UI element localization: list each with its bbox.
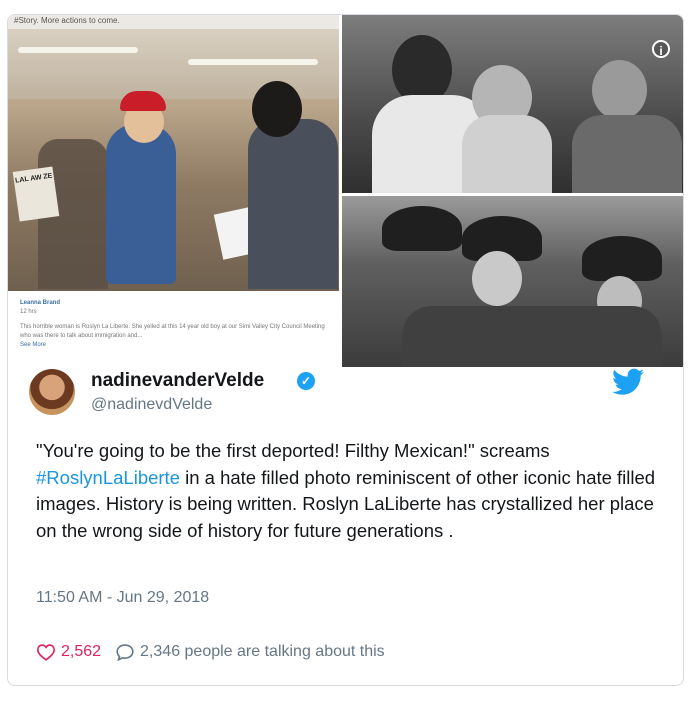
photo-historic-protest[interactable] bbox=[342, 15, 683, 193]
protest-sign: LAL AW ZE bbox=[12, 166, 60, 222]
tweet-text: "You're going to be the first deported! … bbox=[36, 438, 656, 544]
figure-face bbox=[472, 251, 522, 306]
hashtag-link[interactable]: #RoslynLaLiberte bbox=[36, 467, 180, 488]
avatar[interactable] bbox=[29, 369, 75, 415]
talking-count[interactable]: 2,346 people are talking about this bbox=[140, 643, 385, 661]
tweet-media[interactable]: #Story. More actions to come. LAL AW ZE … bbox=[8, 15, 683, 367]
verified-icon: ✓ bbox=[297, 372, 315, 390]
twitter-bird-icon[interactable] bbox=[612, 368, 644, 396]
tweet-embed-card[interactable]: #Story. More actions to come. LAL AW ZE … bbox=[7, 14, 684, 686]
like-count[interactable]: 2,562 bbox=[61, 643, 101, 661]
caption-author: Leanna Brand bbox=[20, 300, 61, 306]
heart-icon[interactable] bbox=[36, 643, 56, 661]
speech-bubble-icon[interactable] bbox=[115, 643, 135, 661]
user-handle[interactable]: @nadinevdVelde bbox=[91, 396, 212, 414]
caption-body: This horrible woman is Roslyn La Liberte… bbox=[20, 324, 325, 339]
photo-council-meeting[interactable]: #Story. More actions to come. LAL AW ZE … bbox=[8, 15, 339, 367]
figure-body bbox=[572, 115, 682, 193]
caption-see-more: See More bbox=[20, 342, 47, 348]
info-icon[interactable]: i bbox=[652, 40, 670, 58]
display-name[interactable]: nadinevanderVelde bbox=[91, 370, 264, 392]
facebook-caption: Leanna Brand 12 hrs This horrible woman … bbox=[20, 299, 330, 350]
figure-head bbox=[592, 60, 647, 120]
council-meeting-scene: LAL AW ZE bbox=[8, 29, 339, 291]
boy-figure bbox=[248, 119, 338, 289]
photo-historic-salute[interactable] bbox=[342, 196, 683, 367]
figure-body bbox=[462, 115, 552, 193]
tweet-timestamp[interactable]: 11:50 AM - Jun 29, 2018 bbox=[36, 589, 209, 607]
woman-figure bbox=[106, 124, 176, 284]
feathered-hat bbox=[382, 206, 462, 251]
screenshot-top-strip: #Story. More actions to come. bbox=[8, 15, 339, 29]
tweet-text-before: "You're going to be the first deported! … bbox=[36, 440, 550, 461]
ceiling-light bbox=[18, 47, 138, 53]
feathered-hat bbox=[582, 236, 662, 281]
boy-head bbox=[252, 81, 302, 137]
caption-time: 12 hrs bbox=[20, 309, 37, 315]
ceiling-light bbox=[188, 59, 318, 65]
red-cap bbox=[120, 91, 166, 111]
tweet-actions: 2,562 2,346 people are talking about thi… bbox=[36, 643, 385, 661]
uniformed-group bbox=[402, 306, 662, 367]
